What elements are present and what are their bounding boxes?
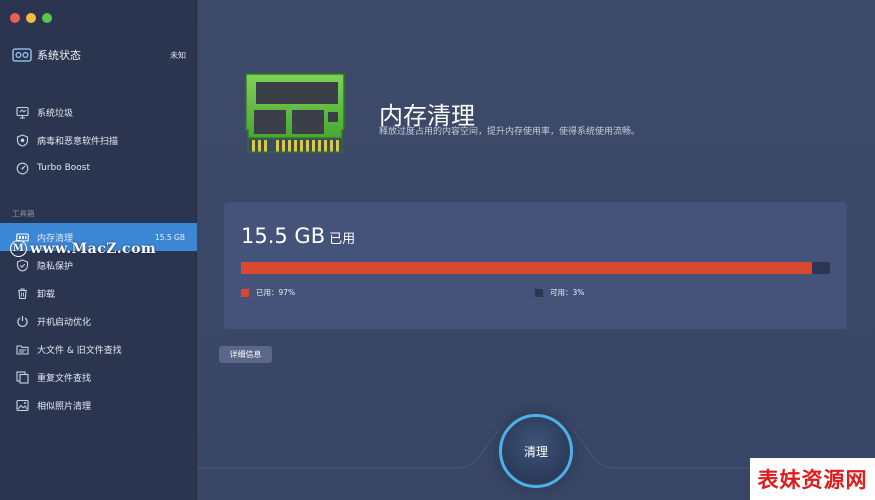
system-status-title: 系统状态: [37, 49, 81, 62]
details-button[interactable]: 详细信息: [219, 346, 272, 363]
sidebar-item-label: 系统垃圾: [37, 108, 74, 119]
system-status-value: 未知: [170, 50, 186, 60]
trash-icon: [18, 287, 27, 299]
clean-button[interactable]: 清理: [499, 414, 573, 488]
ram-module-icon: [245, 73, 345, 153]
macz-watermark: M www.MacZ.com: [10, 240, 156, 257]
sidebar-item-duplicates[interactable]: 重复文件查找: [0, 363, 197, 391]
system-status-row[interactable]: 系统状态 未知: [12, 46, 186, 64]
privacy-shield-icon: [16, 258, 29, 272]
shield-scan-icon: [16, 133, 29, 147]
memory-used-amount: 15.5 GB: [241, 224, 326, 248]
sidebar-item-label: 相似照片清理: [37, 401, 92, 412]
minimize-button[interactable]: [26, 13, 36, 23]
legend-used-text: 已用：97%: [256, 288, 296, 297]
sidebar-item-label: 大文件 & 旧文件查找: [37, 345, 122, 356]
sidebar-item-startup[interactable]: 开机启动优化: [0, 307, 197, 335]
sidebar-item-label: 卸载: [37, 289, 56, 300]
memory-usage-panel: 15.5 GB 已用 已用：97% 可用：3%: [224, 202, 847, 329]
memory-usage-bar: [241, 262, 830, 274]
sidebar-item-system-junk[interactable]: 系统垃圾: [0, 98, 197, 126]
toolbox-section-label: 工具箱: [12, 209, 35, 218]
close-button[interactable]: [10, 13, 20, 23]
legend-free: 可用：3%: [535, 287, 584, 298]
legend-used-swatch: [241, 288, 249, 297]
folder-search-icon: [16, 344, 29, 355]
speedometer-icon: [16, 162, 29, 174]
sidebar-item-turbo-boost[interactable]: Turbo Boost: [0, 154, 197, 182]
legend-free-text: 可用：3%: [550, 288, 585, 297]
sidebar-item-label: 重复文件查找: [37, 373, 92, 384]
brand-watermark: 表妹资源网: [750, 458, 875, 500]
legend-used: 已用：97%: [241, 287, 295, 298]
page-subtitle: 释放过度占用的内容空间，提升内存使用率，使得系统使用流畅。: [379, 127, 641, 137]
power-icon: [17, 315, 28, 327]
memory-used-readout: 15.5 GB 已用: [241, 224, 355, 248]
sidebar-item-label: 开机启动优化: [37, 317, 92, 328]
photo-icon: [16, 399, 29, 411]
window-controls: [10, 13, 52, 23]
sidebar-item-label: Turbo Boost: [37, 163, 91, 173]
sidebar-item-value: 15.5 GB: [154, 232, 185, 242]
sidebar-item-label: 病毒和恶意软件扫描: [37, 136, 119, 147]
memory-usage-bar-fill: [241, 262, 813, 274]
macz-watermark-text: www.MacZ.com: [30, 240, 157, 257]
main-content: 内存清理 释放过度占用的内容空间，提升内存使用率，使得系统使用流畅。 15.5 …: [198, 0, 875, 500]
system-status-icon: [12, 48, 32, 62]
zoom-button[interactable]: [42, 13, 52, 23]
sidebar: 系统状态 未知 系统垃圾 病毒和恶意软件扫描 Turbo Boost 工具箱 内…: [0, 0, 197, 500]
sidebar-item-large-files[interactable]: 大文件 & 旧文件查找: [0, 335, 197, 363]
monitor-icon: [16, 106, 29, 119]
legend-free-swatch: [535, 288, 543, 297]
memory-used-label: 已用: [329, 232, 356, 247]
sidebar-item-label: 隐私保护: [37, 261, 74, 272]
sidebar-item-similar-photos[interactable]: 相似照片清理: [0, 391, 197, 419]
duplicate-files-icon: [16, 370, 29, 384]
sidebar-top-nav: 系统垃圾 病毒和恶意软件扫描 Turbo Boost: [0, 98, 197, 182]
sidebar-item-uninstall[interactable]: 卸载: [0, 279, 197, 307]
macz-logo-icon: M: [10, 240, 27, 257]
sidebar-item-malware-scan[interactable]: 病毒和恶意软件扫描: [0, 126, 197, 154]
